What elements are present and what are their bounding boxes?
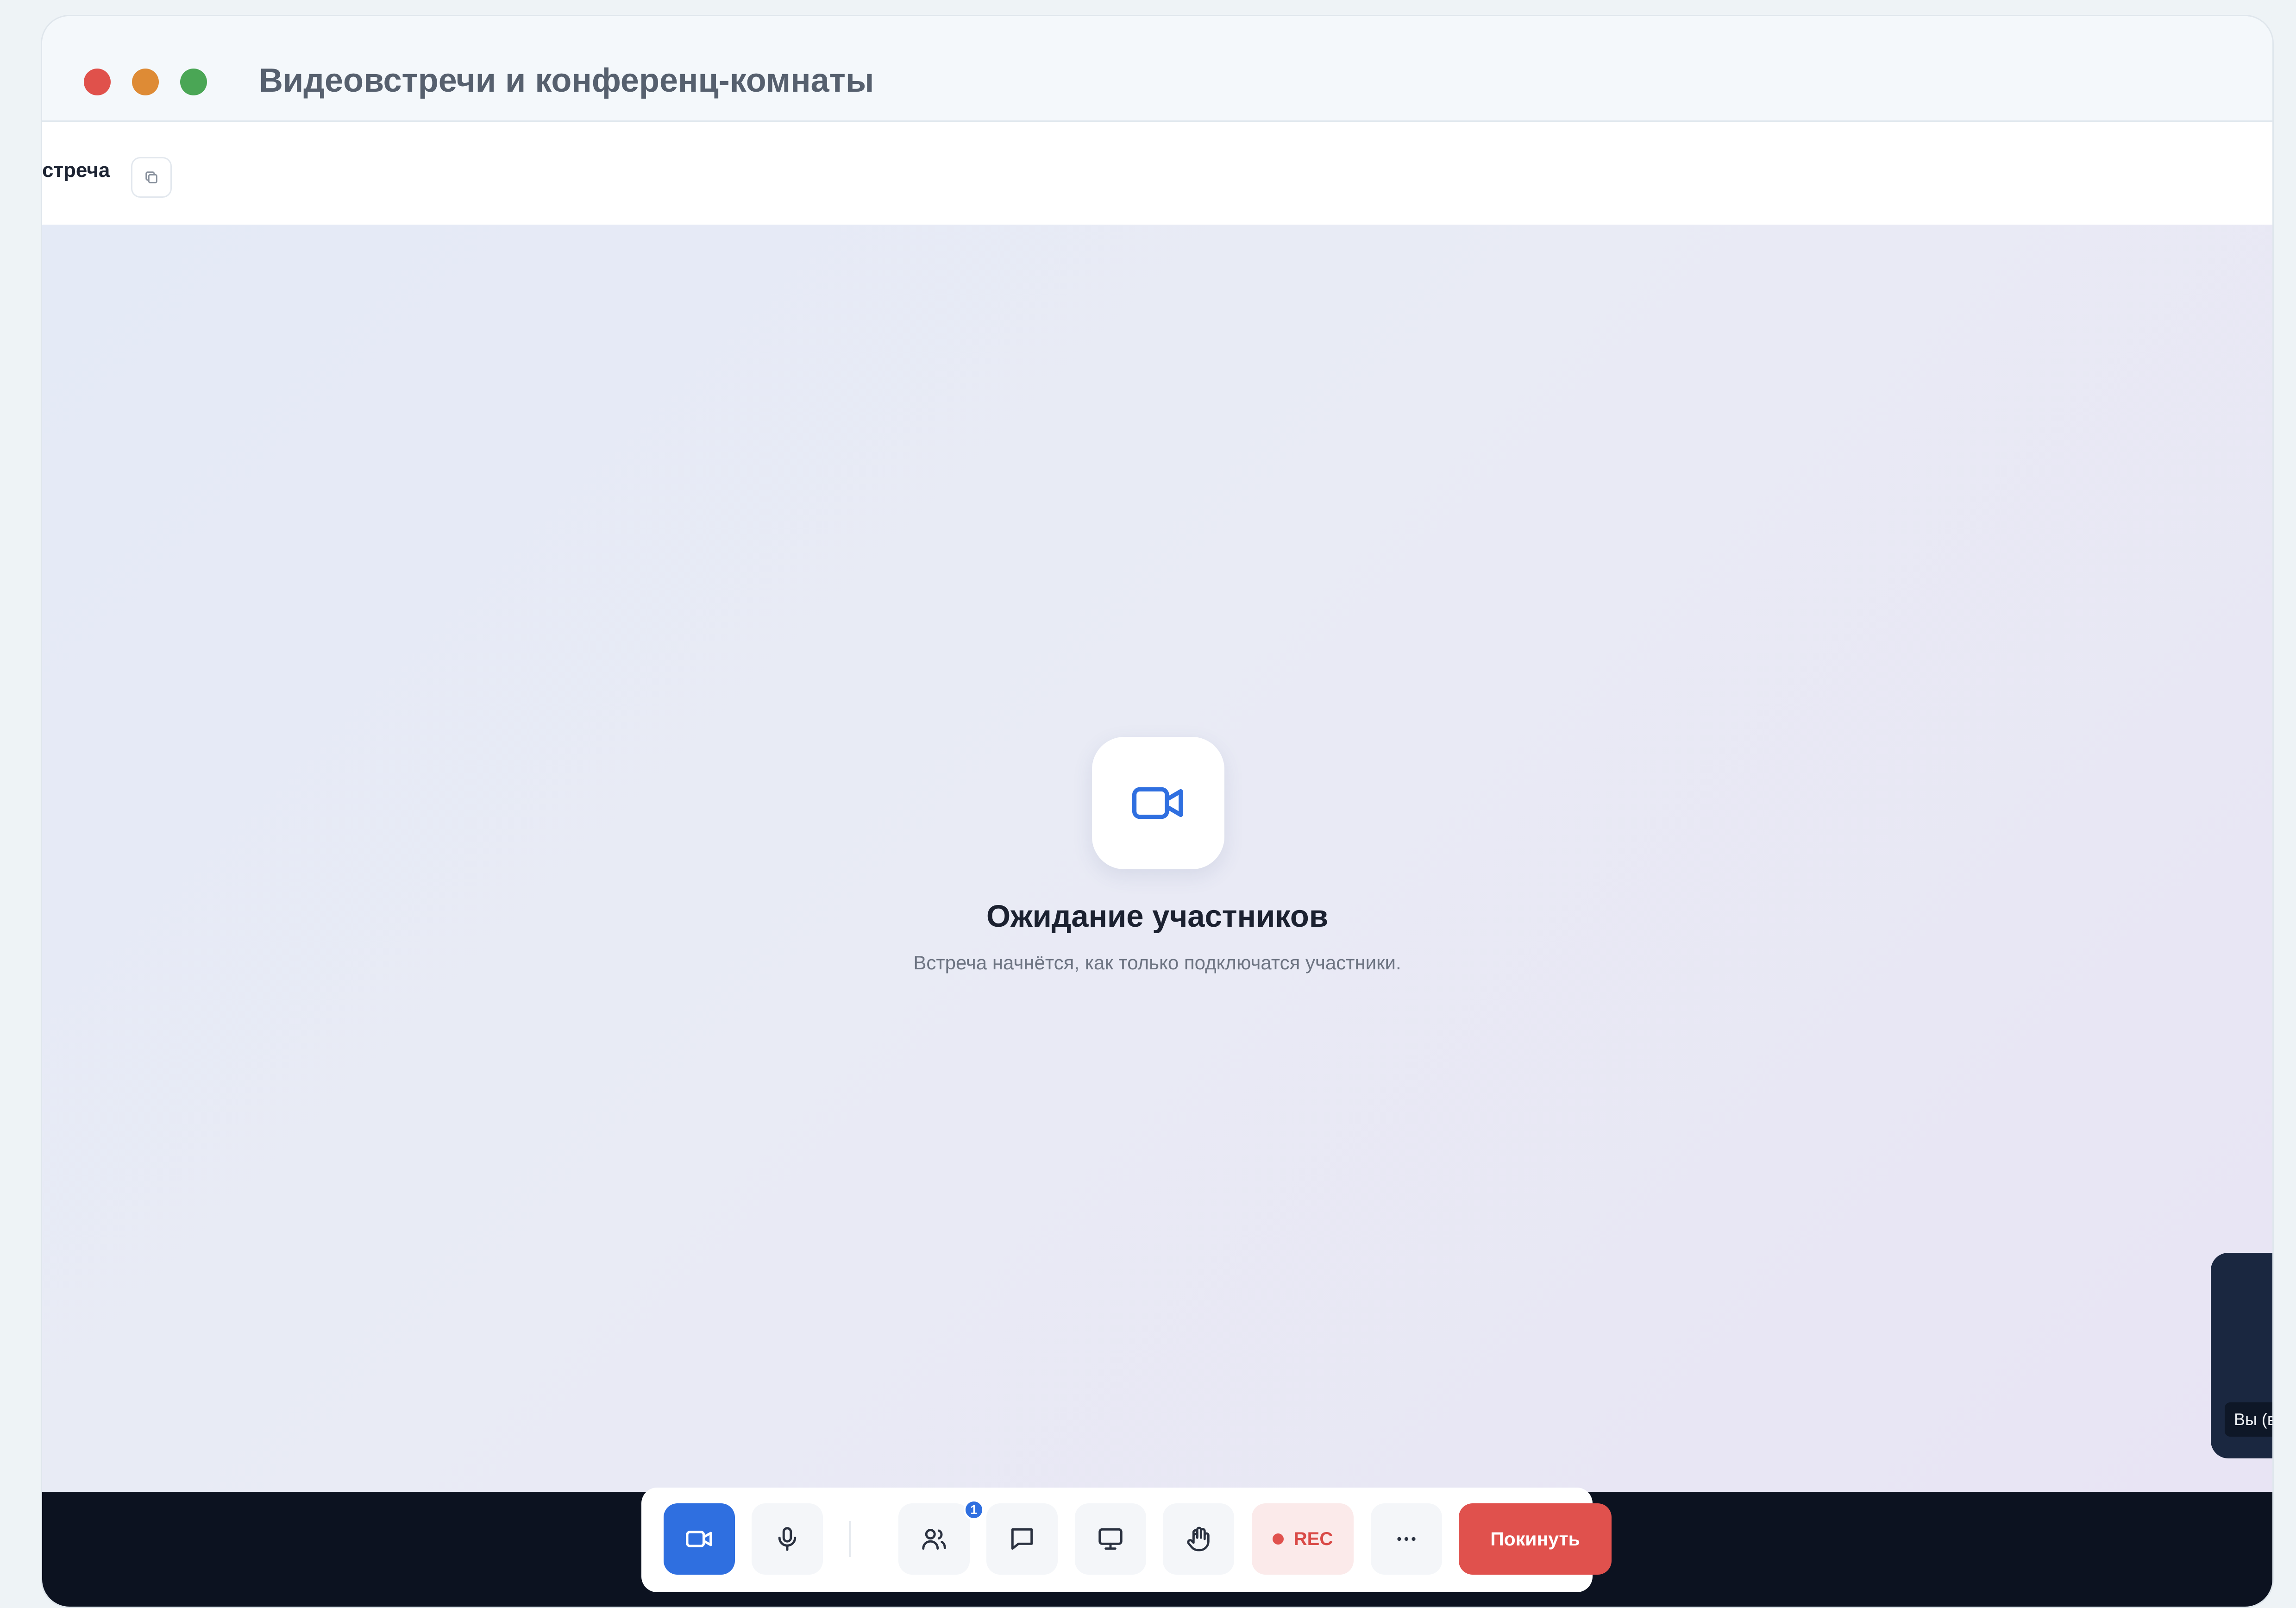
window-title: Видеовстречи и конференц-комнаты [259, 62, 874, 99]
hand-icon [1184, 1524, 1213, 1554]
toolbar-divider [849, 1521, 851, 1557]
waiting-title: Ожидание участников [986, 899, 1329, 934]
raise-hand-button[interactable] [1163, 1503, 1234, 1575]
copy-link-button[interactable] [131, 157, 172, 198]
self-video-tile[interactable]: Вы (вы) [2211, 1253, 2272, 1458]
window-minimize-button[interactable] [132, 69, 159, 95]
call-toolbar: 1 REC Покинуть [641, 1488, 1612, 1592]
microphone-toggle-button[interactable] [752, 1503, 823, 1575]
title-bar: Видеовстречи и конференц-комнаты [42, 16, 2272, 122]
meeting-header: стреча [42, 122, 2272, 225]
camera-toggle-button[interactable] [664, 1503, 735, 1575]
chat-icon [1008, 1525, 1036, 1553]
video-camera-icon [684, 1524, 715, 1554]
participants-count-badge: 1 [964, 1500, 984, 1520]
record-button[interactable]: REC [1252, 1503, 1354, 1575]
participants-button[interactable]: 1 [898, 1500, 984, 1575]
more-icon [1392, 1525, 1421, 1553]
chat-button[interactable] [986, 1503, 1058, 1575]
microphone-icon [773, 1525, 802, 1553]
waiting-subtitle: Встреча начнётся, как только подключатся… [913, 952, 1401, 974]
window-close-button[interactable] [84, 69, 111, 95]
leave-meeting-button[interactable]: Покинуть [1459, 1503, 1612, 1575]
leave-label: Покинуть [1490, 1528, 1580, 1550]
monitor-icon [1096, 1525, 1125, 1553]
video-stage: Ожидание участников Встреча начнётся, ка… [42, 225, 2272, 1492]
copy-icon [144, 170, 159, 185]
screen-share-button[interactable] [1075, 1503, 1146, 1575]
self-tile-label: Вы (вы) [2225, 1402, 2272, 1437]
meeting-name: стреча [42, 159, 110, 182]
video-camera-icon [1128, 773, 1188, 833]
app-window: Видеовстречи и конференц-комнаты стреча … [41, 15, 2274, 1608]
participants-icon [920, 1525, 948, 1553]
waiting-icon-card [1092, 737, 1224, 869]
window-maximize-button[interactable] [180, 69, 207, 95]
record-label: REC [1293, 1528, 1333, 1549]
record-dot-icon [1272, 1533, 1284, 1545]
more-options-button[interactable] [1371, 1503, 1442, 1575]
